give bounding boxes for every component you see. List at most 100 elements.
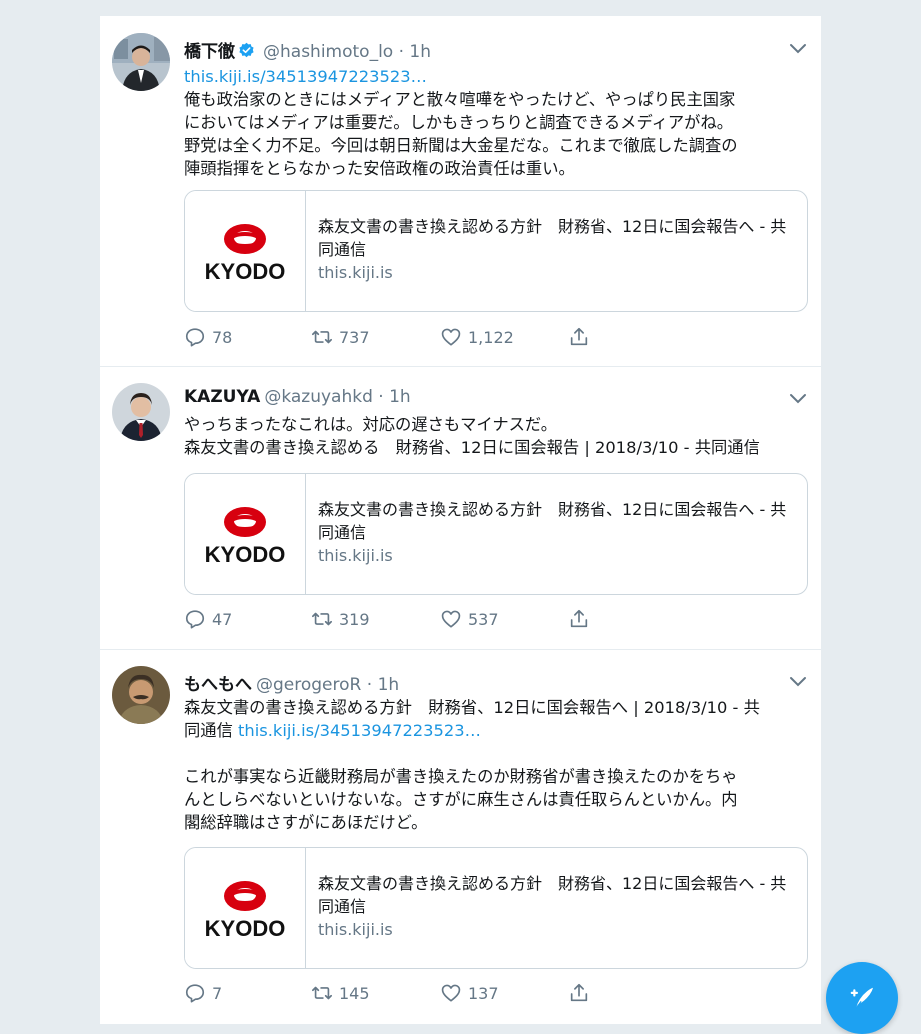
tweet-text-line: 森友文書の書き換え認める方針 財務省、12日に国会報告へ | 2018/3/10… — [184, 696, 809, 719]
retweet-count: 737 — [339, 327, 370, 347]
link-card[interactable]: KYODO 森友文書の書き換え認める方針 財務省、12日に国会報告へ - 共同通… — [184, 847, 808, 969]
compose-tweet-icon — [850, 987, 874, 1009]
tweet-text: 森友文書の書き換え認める方針 財務省、12日に国会報告へ | 2018/3/10… — [184, 696, 809, 834]
tweet-text-segment: 森友文書の書き換え認める 財務省、12日に国会報告 | 2018/3/10 - … — [184, 438, 760, 457]
share-icon — [570, 609, 588, 628]
heart-icon — [441, 610, 461, 628]
timestamp[interactable]: 1h — [409, 42, 431, 62]
tweet-text-line: んとしらべないといけないな。さすがに麻生さんは責任取らんといかん。内 — [184, 788, 809, 811]
tweet-text-segment: 閣総辞職はさすがにあほだけど。 — [184, 813, 428, 832]
tweet-text-line: やっちまったなこれは。対応の遅さもマイナスだ。 — [184, 413, 809, 436]
card-title: 森友文書の書き換え認める方針 財務省、12日に国会報告へ - 共同通信 — [318, 500, 787, 542]
tweet-text-segment: 森友文書の書き換え認める方針 財務省、12日に国会報告へ | 2018/3/10… — [184, 698, 760, 717]
tweet-text-segment: これが事実なら近畿財務局が書き換えたのか財務省が書き換えたのかをちゃ — [184, 767, 738, 786]
tweet-text-line: 俺も政治家のときにはメディアと散々喧嘩をやったけど、やっぱり民主国家 — [184, 88, 809, 111]
like-count: 1,122 — [468, 327, 514, 347]
retweet-icon — [312, 612, 332, 626]
handle[interactable]: @kazuyahkd — [264, 387, 373, 407]
retweet-button[interactable]: 145 — [311, 981, 370, 1005]
like-button[interactable]: 137 — [440, 981, 499, 1005]
tweet-text-segment: においてはメディアは重要だ。しかもきっちりと調査できるメディアがね。 — [184, 113, 734, 132]
heart-icon — [441, 328, 461, 346]
reply-button[interactable]: 47 — [184, 607, 232, 631]
tweet-text-segment: やっちまったなこれは。対応の遅さもマイナスだ。 — [184, 415, 558, 434]
link-card[interactable]: KYODO 森友文書の書き換え認める方針 財務省、12日に国会報告へ - 共同通… — [184, 473, 808, 595]
tweet-text-line: これが事実なら近畿財務局が書き換えたのか財務省が書き換えたのかをちゃ — [184, 765, 809, 788]
tweet-actions: 7 145 137 — [184, 981, 604, 1005]
card-domain: this.kiji.is — [318, 920, 393, 939]
tweet-text-line: においてはメディアは重要だ。しかもきっちりと調査できるメディアがね。 — [184, 111, 809, 134]
like-count: 537 — [468, 609, 499, 629]
reply-button[interactable]: 7 — [184, 981, 222, 1005]
avatar[interactable] — [112, 33, 170, 91]
card-title: 森友文書の書き換え認める方針 財務省、12日に国会報告へ - 共同通信 — [318, 874, 787, 916]
tweet-text-line: 野党は全く力不足。今回は朝日新聞は大金星だな。これまで徹底した調査の — [184, 134, 809, 157]
svg-text:KYODO: KYODO — [205, 542, 286, 567]
tweet-text-line — [184, 742, 809, 765]
separator-dot: · — [372, 387, 390, 407]
tweet-header: KAZUYA @kazuyahkd · 1h — [184, 387, 411, 407]
retweet-count: 145 — [339, 983, 370, 1003]
share-button[interactable] — [568, 981, 596, 1005]
avatar[interactable] — [112, 666, 170, 724]
reply-button[interactable]: 78 — [184, 325, 232, 349]
tweet[interactable]: 橋下徹 @hashimoto_lo · 1h this.kiji.is/34513… — [100, 17, 821, 367]
tweet-text-line: 森友文書の書き換え認める 財務省、12日に国会報告 | 2018/3/10 - … — [184, 436, 809, 459]
tweet-text-line: 陣頭指揮をとらなかった安倍政権の政治責任は重い。 — [184, 157, 809, 180]
reply-icon — [185, 328, 205, 347]
chevron-down-icon[interactable] — [789, 672, 807, 690]
share-icon — [570, 327, 588, 346]
tweet-link[interactable]: this.kiji.is/34513947223523… — [184, 67, 427, 86]
display-name[interactable]: 橋下徹 — [184, 42, 235, 62]
reply-count: 47 — [212, 609, 233, 629]
tweet[interactable]: KAZUYA @kazuyahkd · 1h やっちまったなこれは。対応の遅さもマ… — [100, 367, 821, 650]
timeline-top-gap — [100, 0, 821, 16]
timestamp[interactable]: 1h — [389, 387, 411, 407]
svg-text:KYODO: KYODO — [205, 259, 286, 284]
like-button[interactable]: 1,122 — [440, 325, 514, 349]
heart-icon — [441, 984, 461, 1002]
card-domain: this.kiji.is — [318, 546, 393, 565]
share-button[interactable] — [568, 607, 596, 631]
like-count: 137 — [468, 983, 499, 1003]
retweet-icon — [312, 986, 332, 1000]
share-icon — [570, 983, 588, 1002]
tweet[interactable]: もへもへ @gerogeroR · 1h 森友文書の書き換え認める方針 財務省、1… — [100, 650, 821, 1024]
timestamp[interactable]: 1h — [378, 675, 400, 695]
tweet-text: やっちまったなこれは。対応の遅さもマイナスだ。森友文書の書き換え認める 財務省、… — [184, 413, 809, 459]
kyodo-logo: KYODO — [185, 848, 306, 968]
retweet-button[interactable]: 319 — [311, 607, 370, 631]
chevron-down-icon[interactable] — [789, 39, 807, 57]
avatar[interactable] — [112, 383, 170, 441]
tweet-header: もへもへ @gerogeroR · 1h — [184, 670, 399, 695]
tweet-text-segment: 野党は全く力不足。今回は朝日新聞は大金星だな。これまで徹底した調査の — [184, 136, 738, 155]
reply-count: 78 — [212, 327, 233, 347]
separator-dot: · — [361, 675, 378, 695]
svg-text:KYODO: KYODO — [205, 916, 286, 941]
tweet-text-line: 閣総辞職はさすがにあほだけど。 — [184, 811, 809, 834]
compose-tweet-button[interactable] — [826, 962, 898, 1034]
link-card[interactable]: KYODO 森友文書の書き換え認める方針 財務省、12日に国会報告へ - 共同通… — [184, 190, 808, 312]
chevron-down-icon[interactable] — [789, 389, 807, 407]
handle[interactable]: @gerogeroR — [256, 675, 361, 695]
kyodo-logo: KYODO — [185, 191, 306, 311]
display-name[interactable]: もへもへ — [184, 675, 252, 695]
handle[interactable]: @hashimoto_lo — [263, 42, 393, 62]
tweet-text-segment: 俺も政治家のときにはメディアと散々喧嘩をやったけど、やっぱり民主国家 — [184, 90, 736, 109]
display-name[interactable]: KAZUYA — [184, 387, 260, 407]
card-domain: this.kiji.is — [318, 263, 393, 282]
tweet-text-line: this.kiji.is/34513947223523… — [184, 65, 809, 88]
kyodo-logo: KYODO — [185, 474, 306, 594]
card-title: 森友文書の書き換え認める方針 財務省、12日に国会報告へ - 共同通信 — [318, 217, 787, 259]
tweet-text: this.kiji.is/34513947223523… 俺も政治家のときにはメデ… — [184, 65, 809, 180]
reply-count: 7 — [212, 983, 223, 1003]
tweet-text-segment: 陣頭指揮をとらなかった安倍政権の政治責任は重い。 — [184, 159, 575, 178]
retweet-button[interactable]: 737 — [311, 325, 370, 349]
tweet-text-segment: 同通信 — [184, 721, 239, 740]
like-button[interactable]: 537 — [440, 607, 499, 631]
tweet-actions: 47 319 537 — [184, 607, 604, 631]
reply-icon — [185, 610, 205, 629]
tweet-text-line: 同通信 this.kiji.is/34513947223523… — [184, 719, 809, 742]
tweet-link[interactable]: this.kiji.is/34513947223523… — [238, 721, 481, 740]
share-button[interactable] — [568, 325, 596, 349]
